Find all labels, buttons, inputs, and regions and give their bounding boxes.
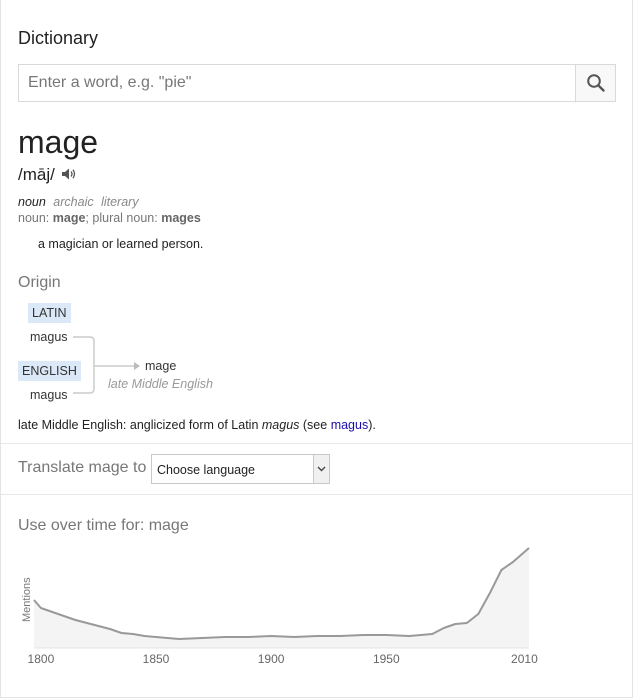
origin-text-mid: (see <box>299 418 331 432</box>
noun-form: mage <box>52 211 86 225</box>
x-tick-label: 2010 <box>511 652 538 666</box>
part-of-speech-line: noun archaic literary <box>18 195 139 209</box>
x-tick-label: 1950 <box>373 652 400 666</box>
forms-separator: ; <box>85 211 89 225</box>
usage-area-fill <box>34 548 529 648</box>
etymology-connector <box>73 336 140 394</box>
section-divider <box>1 443 632 444</box>
dictionary-card: Dictionary mage /māj/ noun archaic liter… <box>0 0 633 698</box>
search-input[interactable] <box>19 65 575 101</box>
dictionary-title: Dictionary <box>18 28 99 48</box>
origin-text-before: late Middle English: anglicized form of … <box>18 418 262 432</box>
language-select[interactable]: Choose language <box>151 454 330 484</box>
definition: a magician or learned person. <box>38 237 204 251</box>
register-label-archaic: archaic <box>53 195 94 209</box>
language-badge-latin: LATIN <box>28 303 71 323</box>
language-select-value: Choose language <box>157 463 255 477</box>
part-of-speech: noun <box>18 195 46 209</box>
etymology-result-word: mage <box>145 359 177 373</box>
x-ticks: 1800 1850 1900 1950 2010 <box>28 652 539 666</box>
etymology-result-note: late Middle English <box>108 377 213 391</box>
origin-text-after: ). <box>368 418 376 432</box>
origin-text-italic: magus <box>261 418 300 432</box>
x-tick-label: 1850 <box>143 652 170 666</box>
search-box <box>18 64 616 102</box>
word-forms: noun: mage; plural noun: mages <box>18 211 201 225</box>
chevron-down-icon[interactable] <box>313 455 329 483</box>
y-axis-label: Mentions <box>21 577 33 622</box>
search-button[interactable] <box>575 65 615 101</box>
origin-text: late Middle English: anglicized form of … <box>18 418 376 432</box>
entry-word: mage <box>18 124 99 160</box>
origin-heading: Origin <box>18 274 61 291</box>
register-label-literary: literary <box>101 195 139 209</box>
origin-link-magus[interactable]: magus <box>331 418 369 432</box>
x-tick-label: 1800 <box>28 652 55 666</box>
noun-label: noun: <box>18 211 50 225</box>
search-icon <box>587 74 605 92</box>
phonetic: /māj/ <box>18 165 55 184</box>
plural-label: plural noun: <box>92 211 158 225</box>
speaker-icon[interactable] <box>61 167 77 181</box>
translate-label: Translate mage to <box>18 459 147 476</box>
usage-chart: Mentions 1800 1850 1900 1950 2010 <box>21 547 539 666</box>
section-divider <box>1 494 632 495</box>
chart-area-layer <box>33 547 530 648</box>
plural-form: mages <box>161 211 201 225</box>
x-tick-label: 1900 <box>258 652 285 666</box>
usage-heading: Use over time for: mage <box>18 517 189 534</box>
